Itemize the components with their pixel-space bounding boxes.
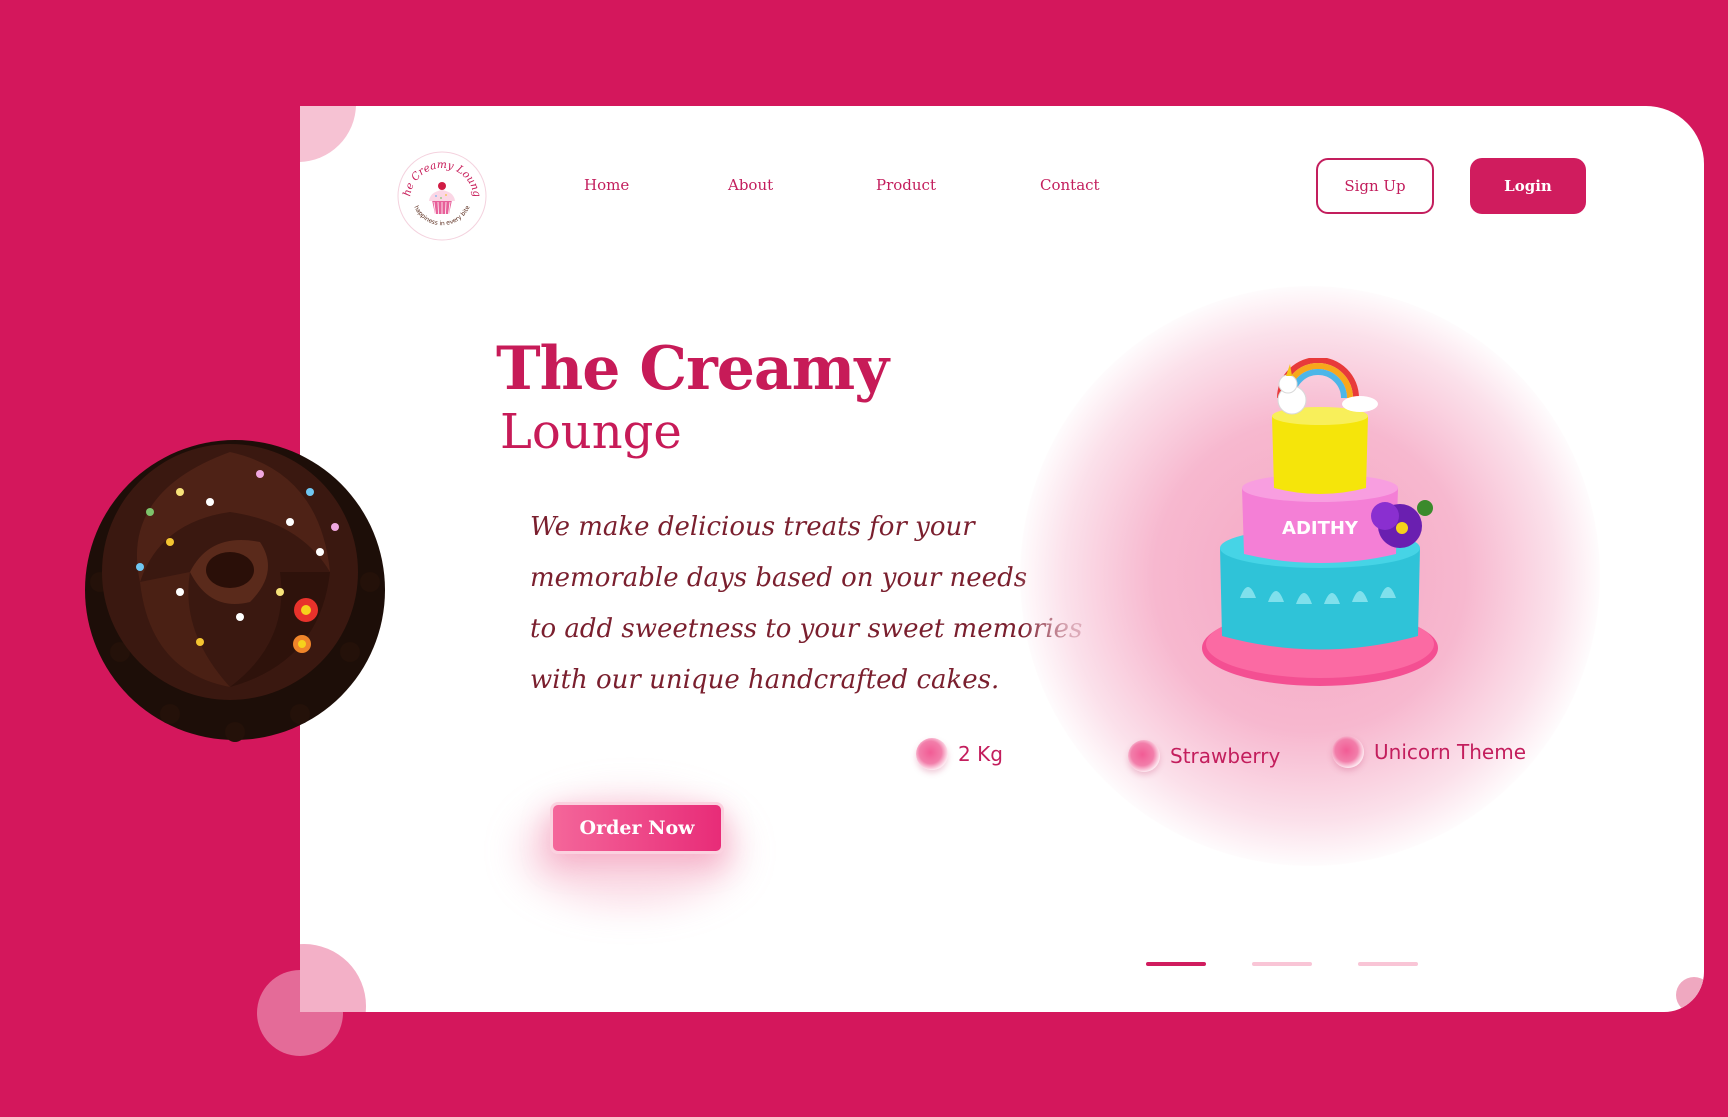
hero-card: The Creamy Lounge happiness in every bit…: [300, 106, 1704, 1012]
hero-tagline: We make delicious treats for your memora…: [530, 502, 1083, 706]
feature-theme: Unicorn Theme: [1332, 736, 1526, 768]
bullet-icon: [1332, 736, 1364, 768]
cake-image: ADITHY: [1202, 358, 1438, 686]
feature-label: 2 Kg: [958, 742, 1003, 766]
signup-button[interactable]: Sign Up: [1316, 158, 1434, 214]
decorative-circle: [300, 944, 366, 1012]
nav-contact[interactable]: Contact: [1040, 176, 1100, 194]
feature-flavor: Strawberry: [1128, 740, 1280, 772]
nav-product[interactable]: Product: [876, 176, 936, 194]
brand-logo[interactable]: The Creamy Lounge happiness in every bit…: [390, 139, 490, 244]
carousel-indicator-2[interactable]: [1252, 962, 1312, 966]
bullet-icon: [1128, 740, 1160, 772]
cake-name-text: ADITHY: [1282, 518, 1359, 539]
bullet-icon: [916, 738, 948, 770]
login-button[interactable]: Login: [1470, 158, 1586, 214]
feature-label: Unicorn Theme: [1374, 740, 1526, 764]
tagline-line: with our unique handcrafted cakes.: [530, 665, 1000, 695]
cupcake-image: [85, 440, 385, 742]
order-now-button[interactable]: Order Now: [550, 802, 724, 854]
tagline-line: memorable days based on your needs: [530, 563, 1028, 593]
carousel-indicator-1[interactable]: [1146, 962, 1206, 966]
tagline-line: to add sweetness to your sweet memories: [530, 614, 1083, 644]
hero-title: The Creamy: [496, 334, 889, 404]
logo-emblem: The Creamy Lounge happiness in every bit…: [390, 139, 487, 241]
decorative-circle: [1676, 977, 1704, 1012]
nav-home[interactable]: Home: [584, 176, 629, 194]
carousel-indicator-3[interactable]: [1358, 962, 1418, 966]
nav-about[interactable]: About: [728, 176, 773, 194]
feature-label: Strawberry: [1170, 744, 1281, 768]
hero-subtitle: Lounge: [500, 404, 682, 460]
feature-weight: 2 Kg: [916, 738, 1003, 770]
tagline-line: We make delicious treats for your: [530, 512, 975, 542]
decorative-circle: [300, 106, 356, 162]
